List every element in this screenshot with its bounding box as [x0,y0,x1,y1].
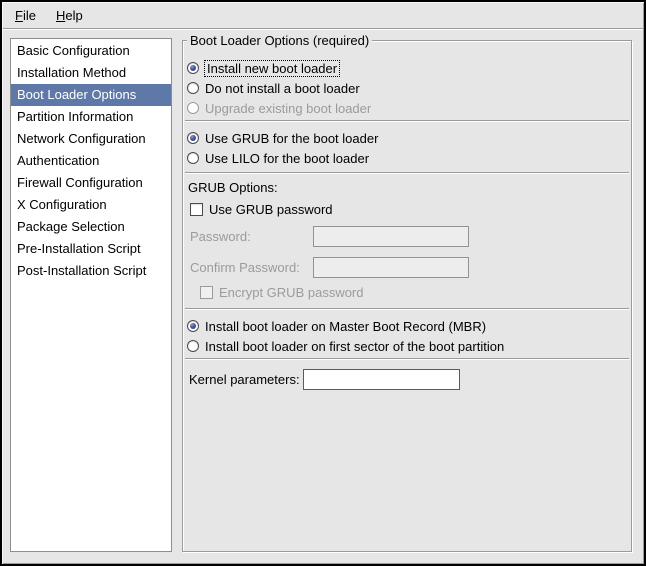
radio-install-new-boot-loader[interactable]: Install new boot loader [187,58,625,78]
confirm-password-label: Confirm Password: [190,257,300,278]
sidebar-item-boot-loader-options[interactable]: Boot Loader Options [11,84,171,106]
radio-label: Use LILO for the boot loader [205,151,369,166]
sidebar-item-installation-method[interactable]: Installation Method [11,62,171,84]
radio-label: Install boot loader on first sector of t… [205,339,504,354]
radio-install-on-mbr[interactable]: Install boot loader on Master Boot Recor… [187,316,625,336]
checkbox-icon[interactable] [190,203,203,216]
sidebar-item-authentication[interactable]: Authentication [11,150,171,172]
separator [185,358,629,360]
menu-file[interactable]: File [5,5,46,26]
boot-loader-options-frame: Boot Loader Options (required) Install n… [182,40,632,552]
radio-label: Do not install a boot loader [205,81,360,96]
radio-label: Upgrade existing boot loader [205,101,371,116]
menubar: File Help [3,3,643,29]
sidebar-item-basic-configuration[interactable]: Basic Configuration [11,40,171,62]
separator [185,172,629,174]
password-label: Password: [190,226,251,247]
separator [185,308,629,310]
menu-help[interactable]: Help [46,5,93,26]
sidebar-item-post-installation-script[interactable]: Post-Installation Script [11,260,171,282]
grub-options-heading: GRUB Options: [188,177,625,197]
radio-label: Install boot loader on Master Boot Recor… [205,319,486,334]
radio-button-icon[interactable] [187,132,199,144]
checkbox-label: Use GRUB password [209,202,333,217]
grub-options-heading-label: GRUB Options: [188,180,278,195]
radio-do-not-install-boot-loader[interactable]: Do not install a boot loader [187,78,625,98]
checkbox-use-grub-password[interactable]: Use GRUB password [190,199,625,219]
radio-label: Use GRUB for the boot loader [205,131,378,146]
kernel-parameters-input[interactable] [303,369,460,390]
radio-use-grub[interactable]: Use GRUB for the boot loader [187,128,625,148]
kickstart-configurator-window: File Help Basic Configuration Installati… [0,0,646,566]
checkbox-label: Encrypt GRUB password [219,285,364,300]
sidebar-item-package-selection[interactable]: Package Selection [11,216,171,238]
separator [185,120,629,122]
radio-button-icon[interactable] [187,62,199,74]
radio-button-icon[interactable] [187,320,199,332]
radio-use-lilo[interactable]: Use LILO for the boot loader [187,148,625,168]
checkbox-icon [200,286,213,299]
kernel-parameters-label: Kernel parameters: [189,369,300,390]
radio-button-icon[interactable] [187,152,199,164]
sidebar-item-x-configuration[interactable]: X Configuration [11,194,171,216]
radio-button-icon [187,102,199,114]
radio-button-icon[interactable] [187,340,199,352]
radio-install-on-first-sector[interactable]: Install boot loader on first sector of t… [187,336,625,356]
radio-label: Install new boot loader [205,61,339,76]
checkbox-encrypt-grub-password: Encrypt GRUB password [200,282,625,302]
confirm-password-input[interactable] [313,257,469,278]
sidebar-item-firewall-configuration[interactable]: Firewall Configuration [11,172,171,194]
radio-button-icon[interactable] [187,82,199,94]
sidebar-item-network-configuration[interactable]: Network Configuration [11,128,171,150]
category-list: Basic Configuration Installation Method … [10,38,172,552]
password-input[interactable] [313,226,469,247]
sidebar-item-pre-installation-script[interactable]: Pre-Installation Script [11,238,171,260]
sidebar-item-partition-information[interactable]: Partition Information [11,106,171,128]
frame-title: Boot Loader Options (required) [187,33,372,48]
radio-upgrade-existing-boot-loader: Upgrade existing boot loader [187,98,625,118]
